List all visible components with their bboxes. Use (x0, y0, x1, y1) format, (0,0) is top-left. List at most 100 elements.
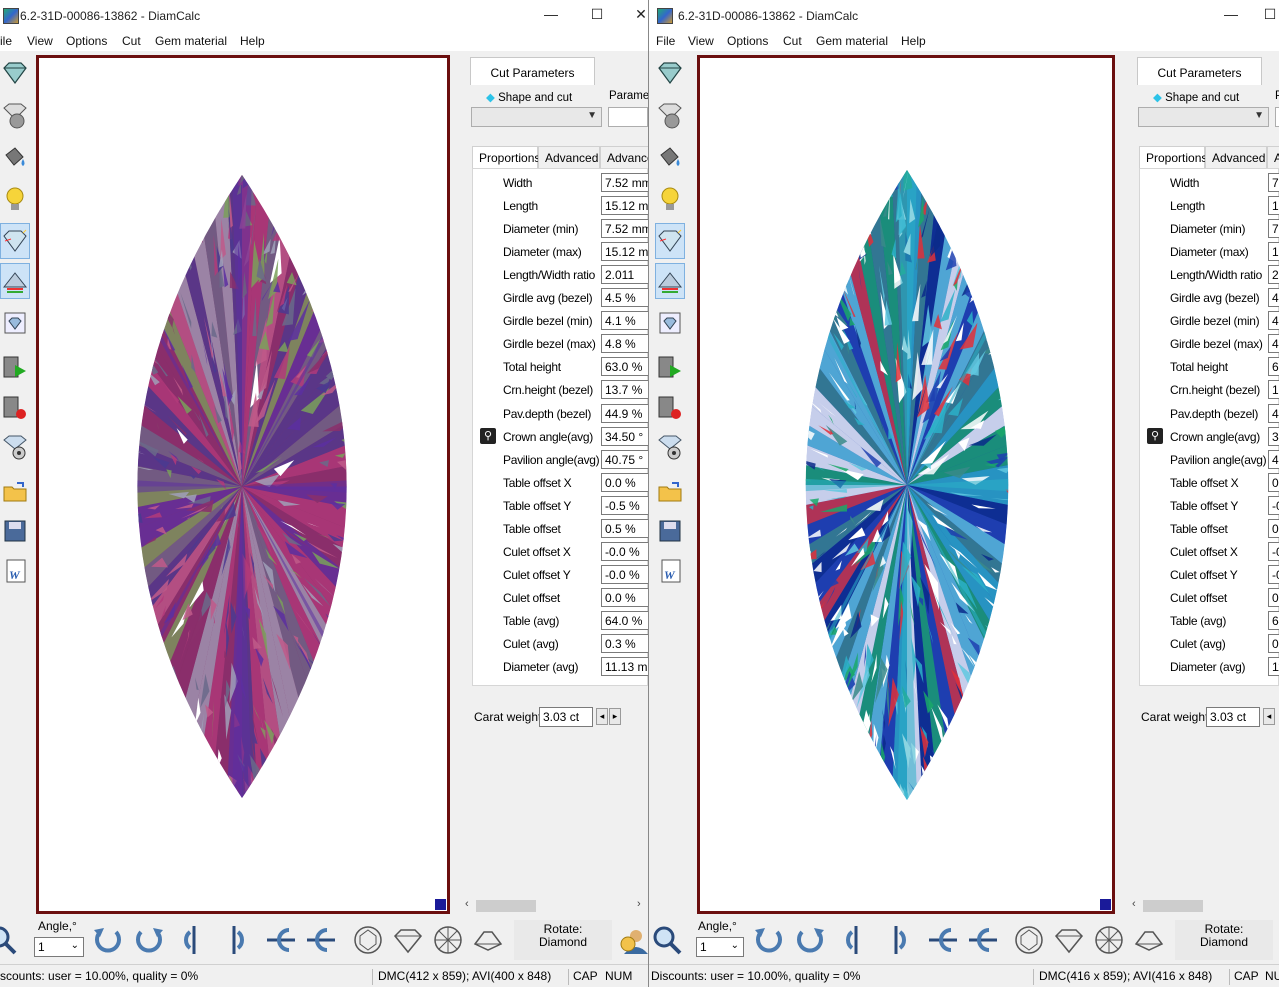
param-value[interactable]: 0. (1268, 587, 1279, 607)
paint-bucket-icon[interactable] (655, 139, 685, 175)
param-value[interactable]: 13.7 % (601, 380, 648, 400)
param-value[interactable]: 7.52 mm (601, 173, 648, 192)
minimize-icon[interactable]: — (541, 6, 561, 22)
param-value[interactable]: -0.5 % (601, 495, 648, 515)
rotate-target[interactable]: Rotate: Diamond (514, 920, 612, 960)
report-view-icon[interactable] (655, 305, 685, 341)
shape-select[interactable]: ▼ (471, 107, 602, 127)
menu-options[interactable]: Options (66, 34, 107, 48)
rotate-target[interactable]: Rotate: Diamond (1175, 920, 1273, 960)
angle-select[interactable]: 1 ⌄ (34, 937, 84, 957)
param-value[interactable]: 0. (1268, 634, 1279, 653)
flip-left-icon[interactable] (178, 924, 210, 956)
gem-sphere-icon[interactable] (0, 97, 30, 133)
profile-view-icon[interactable] (1133, 924, 1165, 956)
param-value[interactable]: 15.12 mm (601, 242, 648, 262)
title-bar[interactable]: 6.2-31D-00086-13862 - DiamCalc — ☐ (649, 0, 1279, 31)
angle-select[interactable]: 1 ⌄ (696, 937, 744, 957)
param-value[interactable]: 15 (1268, 242, 1279, 262)
scroll-left-icon[interactable]: ‹ (1132, 898, 1136, 910)
param-value[interactable]: 44 (1268, 403, 1279, 423)
param-value[interactable]: 40 (1268, 449, 1279, 469)
diamond-view-icon[interactable] (0, 55, 30, 91)
record-video-icon[interactable] (655, 389, 685, 425)
carat-increase-button[interactable]: ▸ (609, 708, 621, 725)
param-value[interactable]: -0.0 % (601, 564, 648, 584)
menu-options[interactable]: Options (727, 34, 768, 48)
lock-icon[interactable]: ⚲ (480, 427, 496, 444)
lightbulb-icon[interactable] (0, 181, 30, 217)
param-value[interactable]: 64 (1268, 610, 1279, 630)
scroll-left-icon[interactable]: ‹ (465, 898, 469, 910)
minimize-icon[interactable]: — (1221, 6, 1241, 22)
report-view-icon[interactable] (0, 305, 30, 341)
carat-decrease-button[interactable]: ◂ (596, 708, 608, 725)
param-value[interactable]: 11.13 mm (601, 657, 648, 677)
flip-right-icon[interactable] (218, 924, 250, 956)
parameters-select[interactable] (608, 107, 648, 127)
side-view-icon[interactable] (1053, 924, 1085, 956)
maximize-icon[interactable]: ☐ (1260, 6, 1279, 23)
param-value[interactable]: 2. (1268, 265, 1279, 285)
save-icon[interactable] (0, 513, 30, 549)
spectrum-view-icon[interactable] (655, 263, 685, 299)
word-export-icon[interactable]: W (0, 553, 30, 589)
param-value[interactable]: 0.3 % (601, 634, 648, 653)
param-value[interactable]: 4. (1268, 288, 1279, 308)
paint-bucket-icon[interactable] (0, 139, 30, 175)
open-folder-icon[interactable] (655, 473, 685, 509)
rotate-ccw-icon[interactable] (92, 924, 124, 956)
top-view-icon[interactable] (1013, 924, 1045, 956)
play-video-icon[interactable] (655, 349, 685, 385)
param-value[interactable]: 4. (1268, 334, 1279, 354)
param-value[interactable]: 63.0 % (601, 357, 648, 377)
zoom-icon[interactable] (651, 924, 683, 956)
shape-select[interactable]: ▼ (1138, 107, 1269, 127)
user-icon[interactable] (616, 924, 648, 956)
tab-advanced-2[interactable]: A (1267, 146, 1279, 168)
brilliance-view-icon[interactable] (655, 223, 685, 259)
menu-file[interactable]: File (656, 34, 675, 48)
close-icon[interactable]: ✕ (631, 6, 648, 23)
scroll-thumb[interactable] (1143, 900, 1203, 912)
param-value[interactable]: 63 (1268, 357, 1279, 377)
param-value[interactable]: -0.0 % (601, 541, 648, 561)
param-value[interactable]: -0 (1268, 541, 1279, 561)
rotate-cw-icon[interactable] (133, 924, 165, 956)
maximize-icon[interactable]: ☐ (587, 6, 607, 23)
panel-horizontal-scrollbar[interactable]: ‹ › (462, 898, 648, 914)
tab-advanced[interactable]: Advanced (1205, 146, 1267, 168)
tilt-up-icon[interactable] (927, 924, 959, 956)
param-value[interactable]: -0 (1268, 495, 1279, 515)
gem-viewport-left[interactable] (36, 55, 450, 914)
param-value[interactable]: 0. (1268, 472, 1279, 492)
tab-advanced[interactable]: Advanced (538, 146, 600, 168)
title-bar[interactable]: 6.2-31D-00086-13862 - DiamCalc — ☐ ✕ (0, 0, 648, 31)
play-video-icon[interactable] (0, 349, 30, 385)
menu-file[interactable]: ile (0, 34, 12, 48)
menu-cut[interactable]: Cut (122, 34, 141, 48)
tab-cut-parameters[interactable]: Cut Parameters (1137, 57, 1262, 85)
param-value[interactable]: 4.1 % (601, 311, 648, 331)
param-value[interactable]: 0.5 % (601, 518, 648, 538)
panel-horizontal-scrollbar[interactable]: ‹ (1129, 898, 1279, 914)
param-value[interactable]: 11 (1268, 657, 1279, 677)
param-value[interactable]: 34 (1268, 426, 1279, 446)
carat-weight-field[interactable]: 3.03 ct (539, 707, 593, 727)
open-folder-icon[interactable] (0, 473, 30, 509)
rotate-ccw-icon[interactable] (753, 924, 785, 956)
param-value[interactable]: 0. (1268, 518, 1279, 538)
param-value[interactable]: 15 (1268, 196, 1279, 216)
word-export-icon[interactable]: W (655, 553, 685, 589)
top-view-icon[interactable] (352, 924, 384, 956)
side-view-icon[interactable] (392, 924, 424, 956)
lock-icon[interactable]: ⚲ (1147, 427, 1163, 444)
tab-cut-parameters[interactable]: Cut Parameters (470, 57, 595, 85)
param-value[interactable]: 0.0 % (601, 472, 648, 492)
menu-help[interactable]: Help (240, 34, 265, 48)
param-value[interactable]: 34.50 ° (601, 426, 648, 446)
carat-decrease-button[interactable]: ◂ (1263, 708, 1275, 725)
menu-gem-material[interactable]: Gem material (155, 34, 227, 48)
flip-left-icon[interactable] (840, 924, 872, 956)
parameters-select[interactable] (1275, 107, 1279, 127)
